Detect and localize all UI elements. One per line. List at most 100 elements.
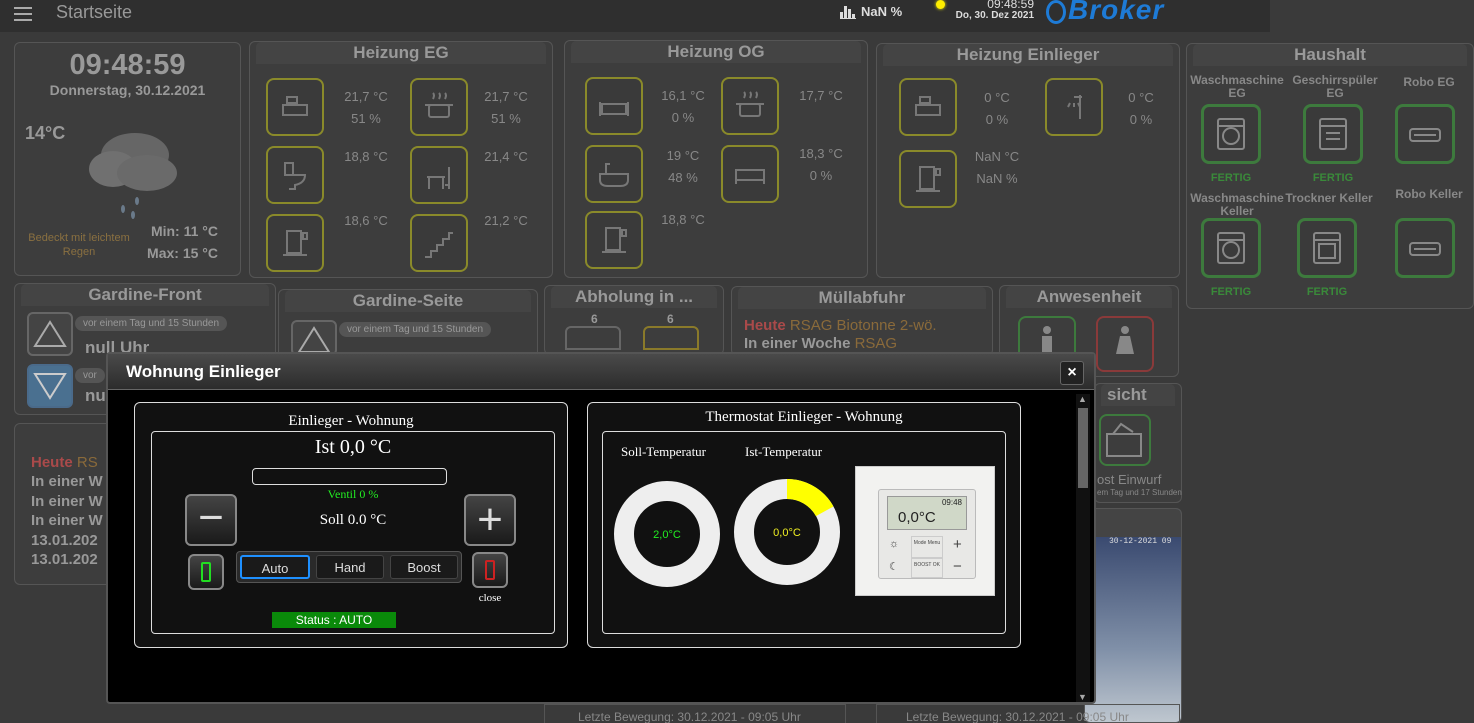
radiator-icon[interactable] (585, 211, 643, 269)
room-temp: 21,4 °C (484, 149, 528, 164)
device-label: Waschmaschine EG (1190, 73, 1284, 100)
scroll-up-icon[interactable]: ▲ (1078, 394, 1087, 404)
radiator-icon[interactable] (899, 150, 957, 208)
ist-label: Ist-Temperatur (745, 444, 823, 459)
logo-text: Broker (1068, 0, 1165, 25)
weather-time: 09:48:59 (69, 49, 186, 81)
washing-machine-icon[interactable] (1201, 104, 1261, 164)
triangle-up-icon (297, 326, 331, 353)
gardine-seite-panel: Gardine-Seite vor einem Tag und 15 Stund… (278, 289, 538, 359)
valve-progress-bar (252, 468, 447, 485)
person-female-icon[interactable] (1096, 316, 1154, 372)
list-type: RS (72, 454, 98, 471)
window-close-button[interactable] (472, 552, 508, 588)
toilet-icon[interactable] (266, 146, 324, 204)
room-temp: 16,1 °C (661, 88, 705, 103)
trash-type: RSAG Biotonne 2-wö. (785, 317, 937, 334)
menu-icon[interactable] (14, 7, 32, 21)
header-time: 09:48:59 (987, 0, 1034, 11)
scroll-down-icon[interactable]: ▼ (1078, 692, 1087, 702)
device-status: FERTIG (1210, 172, 1252, 184)
soll-gauge: 2,0°C (614, 481, 720, 587)
humidity-indicator: NaN % (840, 4, 902, 19)
room-temp: 21,7 °C (484, 89, 528, 104)
bin-icon (565, 326, 621, 350)
triangle-up-icon (33, 320, 67, 347)
weather-max: Max: 15 °C (147, 245, 218, 261)
page-title: Startseite (56, 2, 133, 22)
dialog-scrollbar[interactable]: ▲ ▼ (1076, 394, 1090, 702)
device-status: FERTIG (1210, 286, 1252, 298)
device-minus-icon: − (953, 558, 962, 575)
room-humidity: 51 % (351, 111, 381, 126)
increase-button[interactable]: + (464, 494, 516, 546)
panel-title: Heizung Einlieger (883, 44, 1173, 66)
panel-title: Abholung in ... (551, 286, 717, 308)
radiator-icon[interactable] (266, 214, 324, 272)
washing-machine-icon[interactable] (1201, 218, 1261, 278)
panel-title: Anwesenheit (1006, 286, 1172, 308)
shower-icon[interactable] (1045, 78, 1103, 136)
post-since: em Tag und 17 Stunden (1097, 488, 1182, 497)
heizung-og-panel: Heizung OG 16,1 °C 0 % 17,7 °C 19 °C 48 … (564, 40, 868, 278)
room-temp: 18,8 °C (661, 212, 705, 227)
top-bar: Startseite NaN % 09:48:59 Do, 30. Dez 20… (0, 0, 1270, 32)
weather-min: Min: 11 °C (150, 223, 218, 239)
room-temp: 21,2 °C (484, 213, 528, 228)
robot-vacuum-icon[interactable] (1395, 218, 1455, 278)
since-badge: vor einem Tag und 15 Stunden (339, 322, 492, 337)
pot-icon[interactable] (410, 78, 468, 136)
sofa-icon[interactable] (266, 78, 324, 136)
mode-hand-button[interactable]: Hand (316, 555, 384, 579)
scroll-thumb[interactable] (1078, 408, 1088, 488)
dryer-icon[interactable] (1297, 218, 1357, 278)
mode-boost-button[interactable]: Boost (390, 555, 458, 579)
device-lcd: 09:48 0,0°C (887, 496, 967, 530)
room-temp: 18,3 °C (799, 146, 843, 161)
list-items: In einer W In einer W In einer W 13.01.2… (31, 472, 103, 570)
desk-icon[interactable] (410, 146, 468, 204)
mailbox-icon[interactable] (1099, 414, 1151, 466)
bathtub-icon[interactable] (585, 145, 643, 203)
pickup-count: 6 (667, 312, 674, 326)
bar-chart-icon (840, 5, 856, 19)
mode-auto-button[interactable]: Auto (240, 555, 310, 579)
curtain-up-button[interactable] (291, 320, 337, 356)
dishwasher-icon[interactable] (1303, 104, 1363, 164)
list-item: 13.01.202 (31, 531, 98, 549)
panel-title: Gardine-Front (21, 284, 269, 306)
mode-selector: Auto Hand Boost (236, 551, 462, 583)
panel-title: Gardine-Seite (285, 290, 531, 312)
status-badge: Status : AUTO (272, 612, 396, 628)
panel-title: Heizung OG (571, 41, 861, 63)
curtain-up-button[interactable] (27, 312, 73, 356)
dialog-title: Wohnung Einlieger (126, 362, 281, 381)
curtain-down-button[interactable] (27, 364, 73, 408)
post-panel: sicht ost Einwurf em Tag und 17 Stunden (1094, 383, 1182, 503)
room-temp: 18,6 °C (344, 213, 388, 228)
camera-timestamp: 30-12-2021 09 (1109, 537, 1172, 546)
pot-icon[interactable] (721, 77, 779, 135)
battery-button[interactable] (188, 554, 224, 590)
logo: Broker (1046, 0, 1164, 26)
dialog-close-button[interactable]: × (1060, 361, 1084, 385)
sofa-icon[interactable] (585, 77, 643, 135)
stairs-icon[interactable] (410, 214, 468, 272)
room-humidity: 0 % (809, 168, 833, 183)
curtain-time: nu (85, 386, 106, 405)
camera-view[interactable]: 30-12-2021 09 (1084, 508, 1182, 723)
robot-vacuum-icon[interactable] (1395, 104, 1455, 164)
sofa-icon[interactable] (899, 78, 957, 136)
list-item: In einer W (31, 492, 103, 510)
room-temp: 18,8 °C (344, 149, 388, 164)
display-inner: Soll-Temperatur Ist-Temperatur 2,0°C 0,0… (602, 431, 1006, 634)
thermostat-control-widget: Einlieger - Wohnung Ist 0,0 °C Ventil 0 … (134, 402, 568, 648)
list-item: 13.01.202 (31, 551, 98, 568)
today-label: Heute (31, 454, 73, 471)
device-sun-icon: ☼ (889, 538, 900, 550)
room-temp: 19 °C (666, 148, 700, 163)
bed-icon[interactable] (721, 145, 779, 203)
list-line: Heute RS (31, 454, 98, 471)
device-time: 09:48 (941, 498, 962, 507)
device-boost-button: BOOST OK (911, 558, 943, 578)
